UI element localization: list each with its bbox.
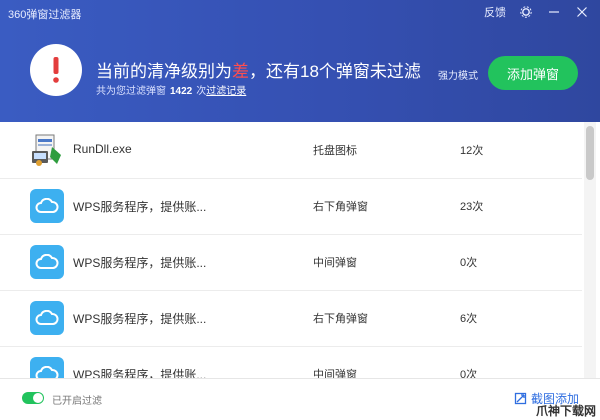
- block-count: 0次: [460, 369, 478, 378]
- filter-history-link[interactable]: 过滤记录: [206, 86, 246, 97]
- block-count: 12次: [460, 145, 484, 157]
- minimize-icon[interactable]: [546, 4, 562, 20]
- close-icon[interactable]: [574, 4, 590, 20]
- program-name: WPS服务程序，提供账...: [73, 200, 207, 214]
- screenshot-icon: [514, 392, 527, 405]
- add-popup-button[interactable]: 添加弹窗: [488, 56, 578, 90]
- cloud-icon: [30, 357, 64, 378]
- program-name: WPS服务程序，提供账...: [73, 256, 207, 270]
- popup-type: 右下角弹窗: [313, 313, 368, 325]
- clean-level-value: 差: [232, 62, 249, 81]
- title-bar: 360弹窗过滤器 反馈: [0, 0, 600, 26]
- cloud-icon: [30, 189, 64, 223]
- cloud-icon: [30, 245, 64, 279]
- scrollbar-thumb[interactable]: [586, 126, 594, 180]
- filter-toggle-label: 已开启过滤: [52, 396, 102, 407]
- gear-icon[interactable]: [518, 4, 534, 20]
- headline-prefix: 当前的清净级别为: [96, 62, 232, 81]
- list-item[interactable]: WPS服务程序，提供账... 右下角弹窗 23次: [0, 178, 582, 235]
- headline-suffix: ，还有18个弹窗未过滤: [249, 62, 421, 81]
- list-item[interactable]: WPS服务程序，提供账... 右下角弹窗 6次: [0, 290, 582, 347]
- rundll-installer-icon: [30, 133, 64, 167]
- block-count: 23次: [460, 201, 484, 213]
- cloud-icon: [30, 301, 64, 335]
- clean-level-headline: 当前的清净级别为差，还有18个弹窗未过滤: [96, 57, 421, 82]
- block-count: 6次: [460, 313, 478, 325]
- popup-type: 右下角弹窗: [313, 201, 368, 213]
- summary-unit: 次: [196, 86, 207, 97]
- filter-toggle[interactable]: [22, 392, 44, 404]
- summary-prefix: 共为您过滤弹窗: [96, 86, 166, 97]
- watermark: 爪神下载网: [535, 404, 596, 418]
- popup-type: 中间弹窗: [313, 257, 357, 269]
- list-item[interactable]: RunDll.exe 托盘图标 12次: [0, 122, 582, 179]
- popup-type: 中间弹窗: [313, 369, 357, 378]
- block-count: 0次: [460, 257, 478, 269]
- strong-mode-toggle[interactable]: 强力模式: [438, 67, 478, 82]
- title-bar-controls: 反馈: [484, 4, 590, 20]
- program-name: WPS服务程序，提供账...: [73, 312, 207, 326]
- list-item[interactable]: WPS服务程序，提供账... 中间弹窗 0次: [0, 346, 582, 378]
- popup-list: RunDll.exe 托盘图标 12次 WPS服务程序，提供账... 右下角弹窗…: [0, 122, 582, 378]
- popup-type: 托盘图标: [313, 145, 357, 157]
- filtered-count: 1422: [170, 86, 193, 97]
- warning-icon: [30, 44, 82, 96]
- feedback-link[interactable]: 反馈: [484, 4, 506, 20]
- footer-bar: 已开启过滤 截图添加 爪神下载网: [0, 378, 600, 420]
- status-header: 360弹窗过滤器 反馈 当前的清净级别为差，还有18个弹窗未过滤 共为您过滤弹窗…: [0, 0, 600, 122]
- program-name: WPS服务程序，提供账...: [73, 368, 207, 378]
- filter-summary: 共为您过滤弹窗 1422 次过滤记录: [96, 82, 246, 97]
- program-name: RunDll.exe: [73, 142, 132, 156]
- list-item[interactable]: WPS服务程序，提供账... 中间弹窗 0次: [0, 234, 582, 291]
- app-title: 360弹窗过滤器: [8, 9, 82, 21]
